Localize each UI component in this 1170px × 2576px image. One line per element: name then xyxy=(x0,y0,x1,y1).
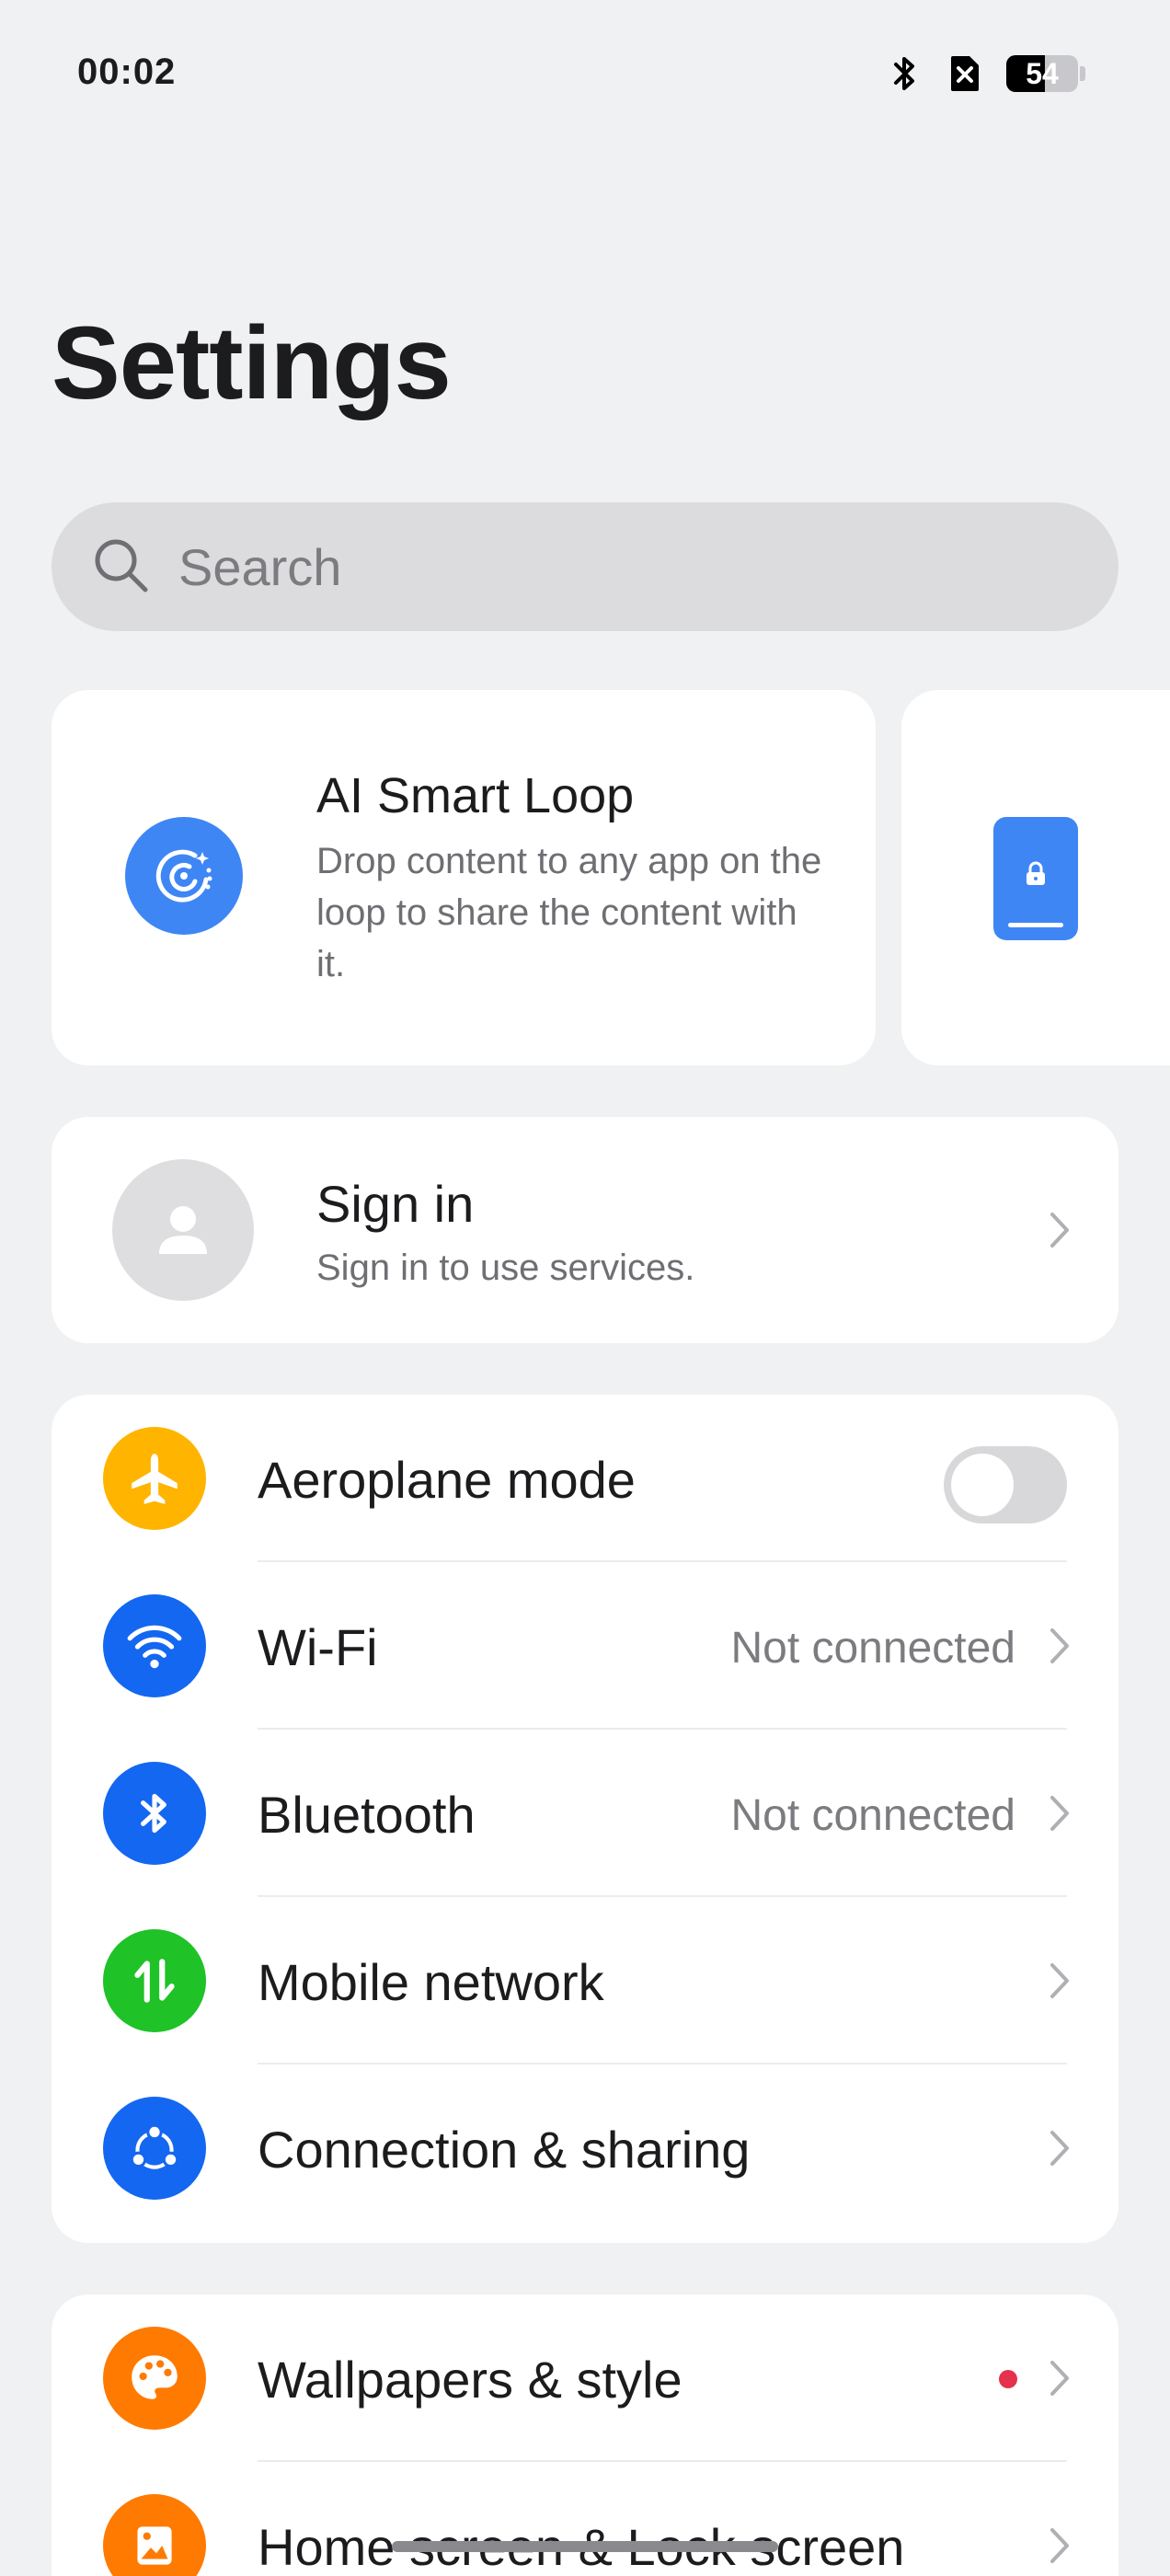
wallpapers-style-label: Wallpapers & style xyxy=(258,2351,682,2409)
battery-indicator: 54 xyxy=(1006,55,1085,92)
feature-card-title: AI Smart Loop xyxy=(316,768,635,823)
battery-icon: 54 xyxy=(1006,55,1078,92)
aeroplane-mode-row[interactable]: Aeroplane mode xyxy=(52,1395,1118,1562)
status-bar: 00:02 54 xyxy=(0,0,1170,147)
bluetooth-status: Not connected xyxy=(730,1791,1015,1840)
airplane-icon xyxy=(103,1427,206,1530)
mobile-network-icon xyxy=(103,1929,206,2032)
aeroplane-mode-toggle[interactable] xyxy=(944,1446,1067,1524)
personalization-group: Wallpapers & style Home screen & Lock sc… xyxy=(52,2294,1118,2576)
lock-screen-icon xyxy=(993,817,1078,940)
home-lock-screen-row[interactable]: Home screen & Lock screen xyxy=(52,2462,1118,2576)
connectivity-group: Aeroplane mode Wi-Fi Not connected Bluet… xyxy=(52,1395,1118,2243)
chevron-right-icon xyxy=(1050,1213,1069,1248)
aeroplane-mode-label: Aeroplane mode xyxy=(258,1451,636,1509)
connection-sharing-icon xyxy=(103,2097,206,2200)
wallpapers-style-row[interactable]: Wallpapers & style xyxy=(52,2294,1118,2462)
chevron-right-icon xyxy=(1050,2131,1069,2166)
search-bar[interactable] xyxy=(52,502,1118,631)
search-icon xyxy=(90,535,151,600)
no-sim-icon xyxy=(947,53,981,94)
mobile-network-row[interactable]: Mobile network xyxy=(52,1897,1118,2064)
avatar xyxy=(112,1159,254,1301)
wifi-row[interactable]: Wi-Fi Not connected xyxy=(52,1562,1118,1730)
connection-sharing-row[interactable]: Connection & sharing xyxy=(52,2064,1118,2232)
lock-screen-card[interactable] xyxy=(901,690,1170,1065)
chevron-right-icon xyxy=(1050,1796,1069,1831)
wifi-icon xyxy=(103,1594,206,1697)
chevron-right-icon xyxy=(1050,2528,1069,2563)
toggle-knob xyxy=(951,1454,1014,1516)
connection-sharing-label: Connection & sharing xyxy=(258,2121,751,2179)
status-time: 00:02 xyxy=(77,52,177,92)
wifi-status: Not connected xyxy=(730,1624,1015,1673)
bluetooth-icon xyxy=(103,1762,206,1865)
page-title: Settings xyxy=(52,305,452,420)
wifi-label: Wi-Fi xyxy=(258,1618,378,1676)
bluetooth-row[interactable]: Bluetooth Not connected xyxy=(52,1730,1118,1897)
sign-in-title: Sign in xyxy=(316,1175,475,1233)
home-screen-icon xyxy=(103,2494,206,2576)
search-input[interactable] xyxy=(178,536,1006,597)
battery-tip xyxy=(1080,66,1085,81)
mobile-network-label: Mobile network xyxy=(258,1953,604,2011)
chevron-right-icon xyxy=(1050,1963,1069,1998)
bluetooth-label: Bluetooth xyxy=(258,1786,476,1844)
chevron-right-icon xyxy=(1050,2361,1069,2396)
smart-loop-icon xyxy=(125,817,243,935)
bluetooth-status-icon xyxy=(889,53,922,94)
new-badge-dot xyxy=(999,2370,1017,2388)
sign-in-subtitle: Sign in to use services. xyxy=(316,1248,695,1288)
ai-smart-loop-card[interactable]: AI Smart Loop Drop content to any app on… xyxy=(52,690,876,1065)
home-indicator[interactable] xyxy=(392,2541,778,2552)
lock-screen-bar xyxy=(1008,923,1063,927)
palette-icon xyxy=(103,2327,206,2430)
feature-card-description: Drop content to any app on the loop to s… xyxy=(316,841,822,984)
battery-percent: 54 xyxy=(1026,56,1059,90)
settings-page: 00:02 54 Settings Search AI Smart Loop D… xyxy=(0,0,1170,2576)
chevron-right-icon xyxy=(1050,1628,1069,1663)
status-icons: 54 xyxy=(889,53,1085,94)
sign-in-card[interactable]: Sign in Sign in to use services. xyxy=(52,1117,1118,1343)
